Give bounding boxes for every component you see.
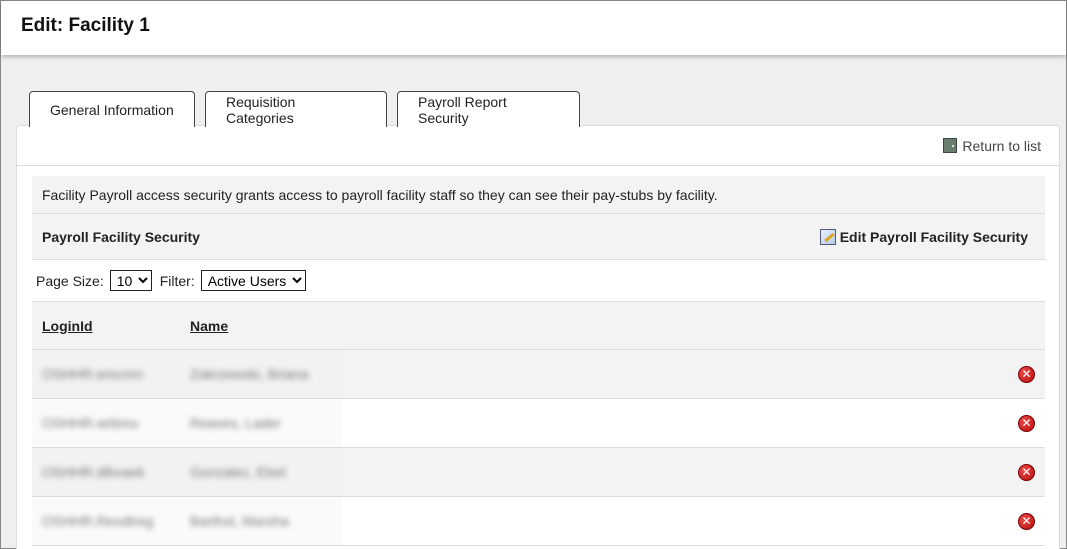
page-title: Edit: Facility 1	[21, 15, 150, 36]
table-controls: Page Size: 10 Filter: Active Users	[32, 260, 1045, 302]
tab-payroll-report-security[interactable]: Payroll Report Security	[397, 91, 580, 127]
page-header: Edit: Facility 1	[1, 1, 1066, 55]
panel-toolbar: Return to list	[17, 126, 1059, 166]
cell-loginid: OSHHR.emcnrn	[42, 366, 144, 382]
filter-select[interactable]: Active Users	[200, 270, 306, 291]
info-text: Facility Payroll access security grants …	[32, 176, 1045, 214]
tab-panel: Return to list Facility Payroll access s…	[16, 125, 1060, 549]
cell-name: Gonzalez, Ebet	[190, 464, 286, 480]
tab-requisition-categories[interactable]: Requisition Categories	[205, 91, 387, 127]
edit-link-label: Edit Payroll Facility Security	[839, 228, 1028, 245]
table-row: OSHHR.wrbmu Reaves, Lader ✕	[32, 399, 1045, 448]
cell-loginid: OSHHR.dlbvaek	[42, 464, 145, 480]
cell-name: Zakrzewski, Briana	[190, 366, 309, 382]
tab-general-information[interactable]: General Information	[29, 91, 195, 127]
table-header: LoginId Name	[32, 302, 1045, 350]
return-to-list-label: Return to list	[962, 137, 1041, 154]
cell-loginid: OSHHR.Rexdtreg	[42, 513, 154, 529]
door-icon	[943, 138, 958, 153]
tab-bar: General Information Requisition Categori…	[29, 91, 590, 127]
cell-name: Barthol, Marsha	[190, 513, 289, 529]
cell-loginid: OSHHR.wrbmu	[42, 415, 139, 431]
table-row: OSHHR.Rexdtreg Barthol, Marsha ✕	[32, 497, 1045, 546]
delete-icon[interactable]: ✕	[1018, 513, 1035, 530]
page-size-label: Page Size:	[36, 272, 104, 289]
edit-icon	[819, 228, 836, 245]
edit-payroll-facility-security-link[interactable]: Edit Payroll Facility Security	[819, 228, 1028, 245]
column-header-name[interactable]: Name	[190, 318, 228, 334]
column-header-loginid[interactable]: LoginId	[42, 318, 93, 334]
page-size-select[interactable]: 10	[109, 270, 152, 291]
users-table: LoginId Name OSHHR.emcnrn Zakrzewski, Br…	[32, 302, 1045, 546]
table-row: OSHHR.dlbvaek Gonzalez, Ebet ✕	[32, 448, 1045, 497]
return-to-list-link[interactable]: Return to list	[943, 138, 1041, 154]
delete-icon[interactable]: ✕	[1018, 366, 1035, 383]
delete-icon[interactable]: ✕	[1018, 464, 1035, 481]
section-header: Payroll Facility Security Edit Payroll F…	[32, 214, 1045, 260]
section-title: Payroll Facility Security	[42, 228, 200, 245]
filter-label: Filter:	[159, 272, 195, 289]
table-row: OSHHR.emcnrn Zakrzewski, Briana ✕	[32, 350, 1045, 399]
delete-icon[interactable]: ✕	[1018, 415, 1035, 432]
cell-name: Reaves, Lader	[190, 415, 282, 431]
